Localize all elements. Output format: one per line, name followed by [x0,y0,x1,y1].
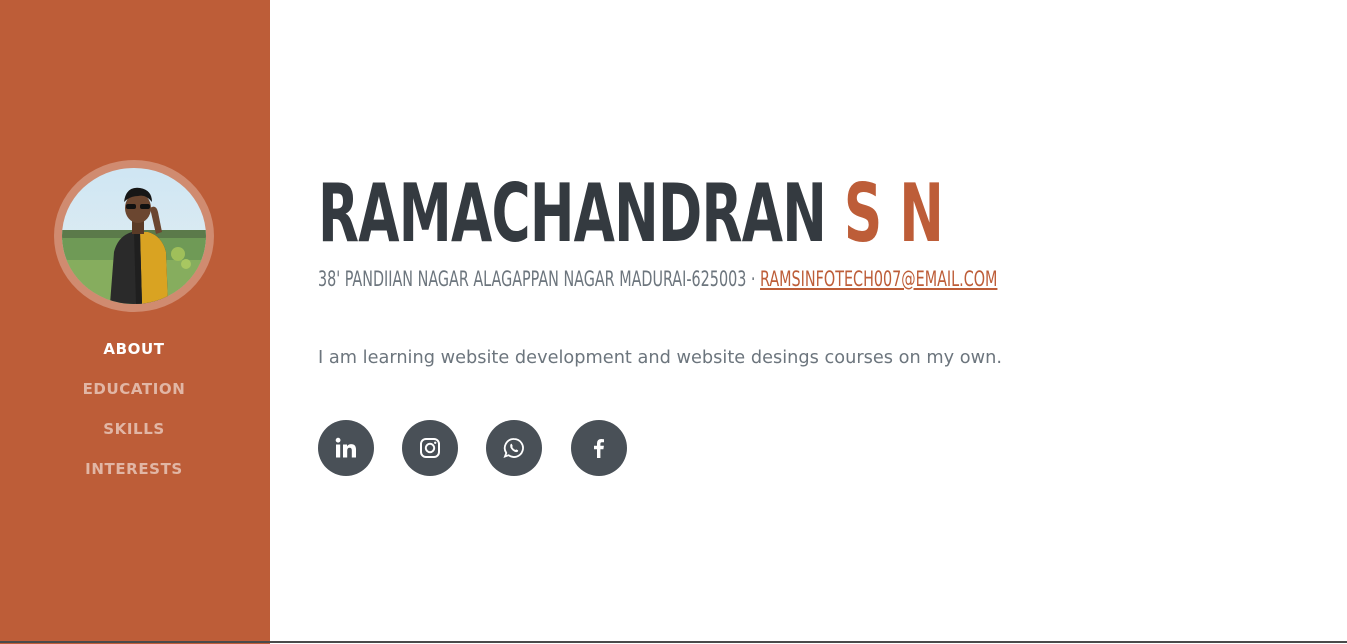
sidebar-nav: ABOUT EDUCATION SKILLS INTERESTS [0,332,268,492]
instagram-icon [420,438,440,458]
nav-item-education: EDUCATION [0,372,268,412]
last-name: S N [843,167,944,260]
address: 38' PANDIIAN NAGAR ALAGAPPAN NAGAR MADUR… [318,267,756,291]
nav-item-skills: SKILLS [0,412,268,452]
instagram-button[interactable] [402,420,458,476]
linkedin-icon [335,437,356,458]
email-link[interactable]: RAMSINFOTECH007@EMAIL.COM [760,267,997,291]
bottom-divider [0,641,1347,643]
first-name: RAMACHANDRAN [318,167,827,260]
nav-link-skills[interactable]: SKILLS [103,420,165,438]
whatsapp-icon [503,438,524,459]
whatsapp-button[interactable] [486,420,542,476]
social-icons [318,420,638,476]
sidebar: ABOUT EDUCATION SKILLS INTERESTS [0,0,270,644]
facebook-button[interactable] [571,420,627,476]
nav-link-interests[interactable]: INTERESTS [85,460,183,478]
avatar-ring [54,160,214,312]
facebook-icon [594,439,604,458]
nav-link-education[interactable]: EDUCATION [83,380,186,398]
contact-line: 38' PANDIIAN NAGAR ALAGAPPAN NAGAR MADUR… [318,265,997,293]
avatar[interactable] [62,168,206,304]
nav-item-interests: INTERESTS [0,452,268,492]
profile-photo [62,168,206,304]
nav-link-about[interactable]: ABOUT [103,340,164,358]
nav-item-about: ABOUT [0,332,268,372]
linkedin-button[interactable] [318,420,374,476]
page-title: RAMACHANDRAN S N [318,167,944,260]
intro-text: I am learning website development and we… [318,347,1003,368]
